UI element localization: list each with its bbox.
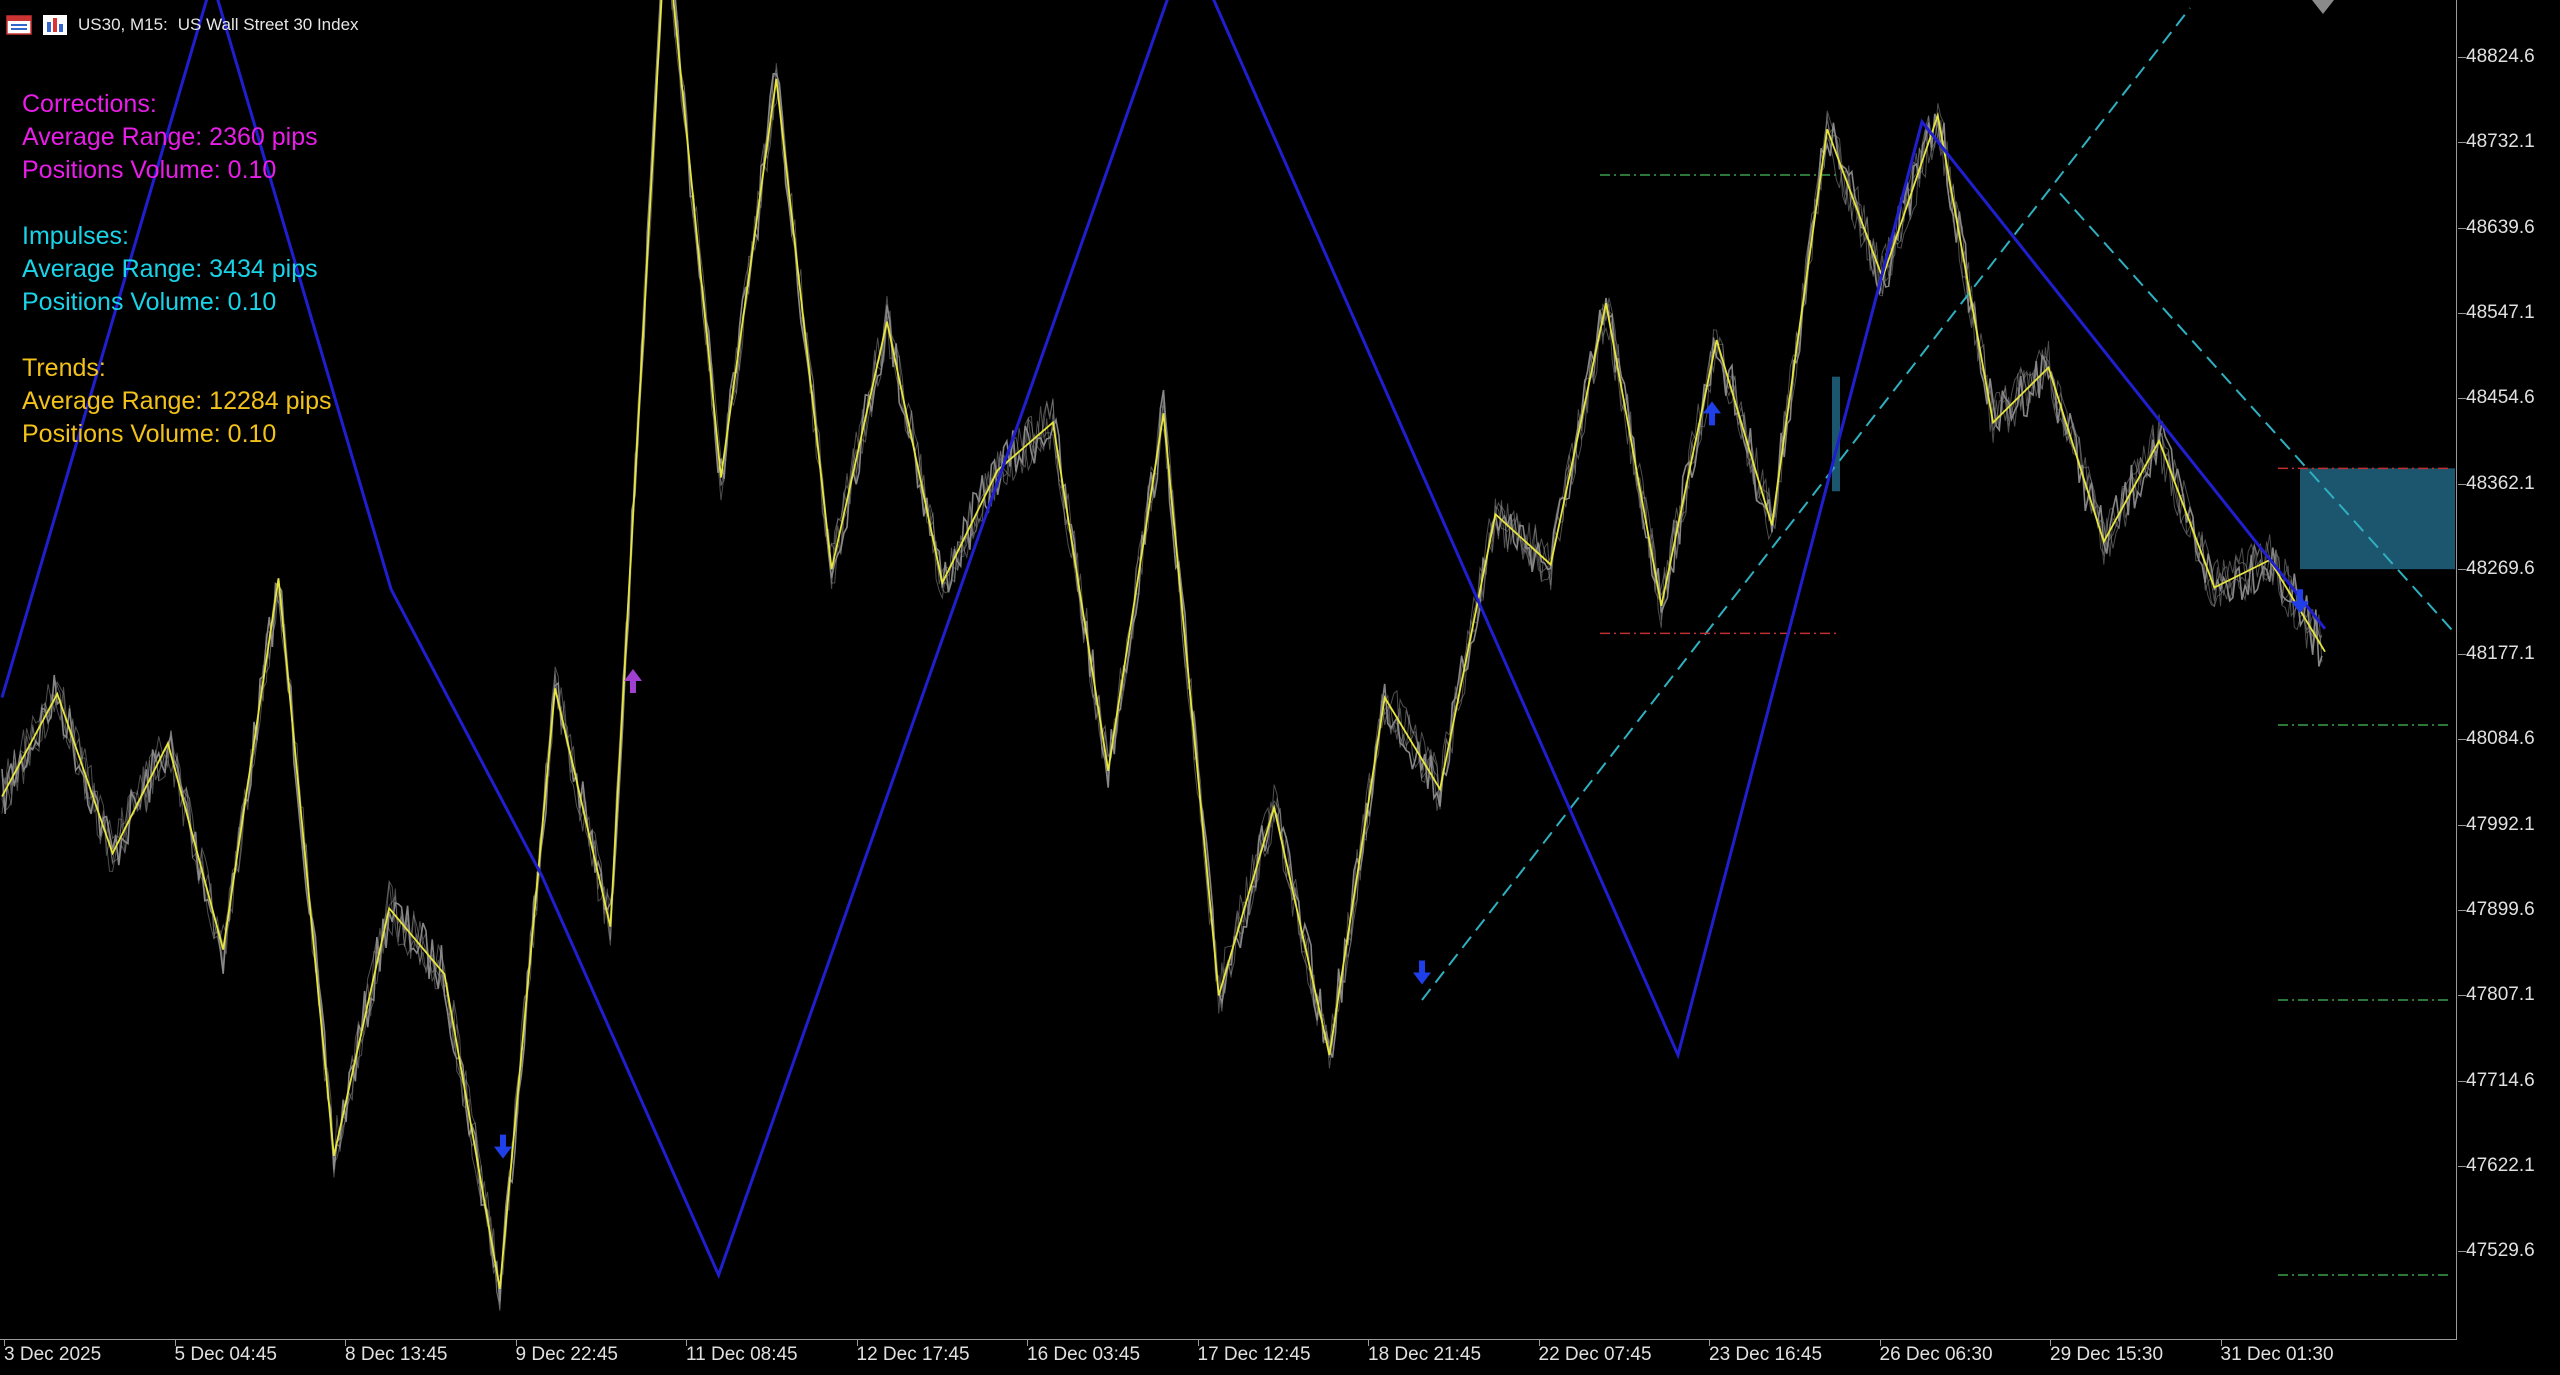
price-label: 47529.6 — [2466, 1240, 2535, 1262]
time-label: 8 Dec 13:45 — [345, 1344, 448, 1365]
price-series-line — [1, 0, 2323, 1311]
price-tick — [2458, 1080, 2466, 1082]
price-tick — [2458, 312, 2466, 314]
price-label: 48824.6 — [2466, 46, 2535, 67]
price-label: 47807.1 — [2466, 984, 2535, 1006]
time-label: 9 Dec 22:45 — [515, 1344, 618, 1365]
impulses-range: Average Range: 3434 pips — [22, 255, 318, 283]
corrections-stats: Corrections: Average Range: 2360 pips Po… — [22, 88, 332, 187]
price-label: 47992.1 — [2466, 813, 2535, 835]
corrections-heading: Corrections: — [22, 90, 157, 118]
price-series-line — [1, 0, 2323, 1284]
price-label: 48547.1 — [2466, 301, 2535, 323]
price-label: 48084.6 — [2466, 728, 2535, 750]
entry-zone-box — [1832, 376, 1840, 492]
chart-title-bar: US30, M15: US Wall Street 30 Index — [6, 12, 359, 38]
time-label: 22 Dec 07:45 — [1538, 1344, 1652, 1365]
price-tick — [2458, 483, 2466, 485]
time-label: 16 Dec 03:45 — [1027, 1344, 1141, 1365]
price-label: 48732.1 — [2466, 131, 2535, 153]
price-label: 47622.1 — [2466, 1154, 2535, 1176]
time-label: 26 Dec 06:30 — [1879, 1344, 1993, 1365]
impulses-volume: Positions Volume: 0.10 — [22, 288, 277, 316]
price-label: 48454.6 — [2466, 387, 2535, 409]
chart-description: US Wall Street 30 Index — [177, 15, 359, 34]
price-tick — [2458, 568, 2466, 570]
chart-window-icon[interactable] — [6, 14, 32, 36]
price-tick — [2458, 1251, 2466, 1253]
sell-arrow — [1413, 960, 1431, 985]
time-label: 3 Dec 2025 — [4, 1344, 102, 1365]
price-label: 48362.1 — [2466, 472, 2535, 494]
time-label: 29 Dec 15:30 — [2050, 1344, 2164, 1365]
price-tick — [2458, 398, 2466, 400]
trends-stats: Trends: Average Range: 12284 pips Positi… — [22, 352, 332, 451]
time-label: 31 Dec 01:30 — [2220, 1344, 2334, 1365]
price-tick — [2458, 57, 2466, 58]
time-label: 12 Dec 17:45 — [856, 1344, 970, 1365]
trends-heading: Trends: — [22, 354, 106, 382]
price-tick — [2458, 227, 2466, 229]
price-tick — [2458, 1165, 2466, 1167]
chart-type-icon[interactable] — [42, 14, 68, 36]
price-label: 48177.1 — [2466, 643, 2535, 665]
channel-line-lower — [1421, 7, 2191, 1001]
price-label: 48639.6 — [2466, 216, 2535, 238]
trends-volume: Positions Volume: 0.10 — [22, 420, 277, 448]
price-series-line — [1, 0, 2323, 1302]
price-axis[interactable] — [2458, 0, 2560, 1340]
time-label: 23 Dec 16:45 — [1709, 1344, 1823, 1365]
price-tick — [2458, 995, 2466, 997]
time-label: 11 Dec 08:45 — [686, 1344, 798, 1365]
target-zone-box — [2300, 468, 2455, 570]
price-series-line — [1, 0, 2323, 1310]
price-series-line — [1, 0, 2323, 1305]
price-tick — [2458, 142, 2466, 144]
price-label: 47899.6 — [2466, 899, 2535, 920]
price-label: 47714.6 — [2466, 1069, 2535, 1091]
buy-arrow — [624, 669, 642, 693]
price-chart[interactable] — [0, 0, 2457, 1340]
time-label: 5 Dec 04:45 — [174, 1344, 277, 1365]
chart-symbol: US30, M15: — [78, 15, 168, 34]
corrections-range: Average Range: 2360 pips — [22, 123, 318, 151]
price-tick — [2458, 654, 2466, 656]
time-label: 17 Dec 12:45 — [1197, 1344, 1311, 1365]
time-label: 18 Dec 21:45 — [1368, 1344, 1482, 1365]
trends-range: Average Range: 12284 pips — [22, 387, 332, 415]
price-tick — [2458, 910, 2466, 911]
price-tick — [2458, 824, 2466, 826]
stats-panel: Corrections: Average Range: 2360 pips Po… — [22, 88, 332, 484]
chart-shift-marker[interactable] — [2312, 0, 2334, 14]
sell-arrow — [494, 1134, 512, 1159]
impulses-stats: Impulses: Average Range: 3434 pips Posit… — [22, 220, 332, 319]
chart-window[interactable]: US30, M15: US Wall Street 30 Index Corre… — [0, 0, 2560, 1375]
corrections-volume: Positions Volume: 0.10 — [22, 156, 277, 184]
price-tick — [2458, 739, 2466, 741]
price-label: 48269.6 — [2466, 557, 2535, 579]
impulses-heading: Impulses: — [22, 222, 129, 250]
